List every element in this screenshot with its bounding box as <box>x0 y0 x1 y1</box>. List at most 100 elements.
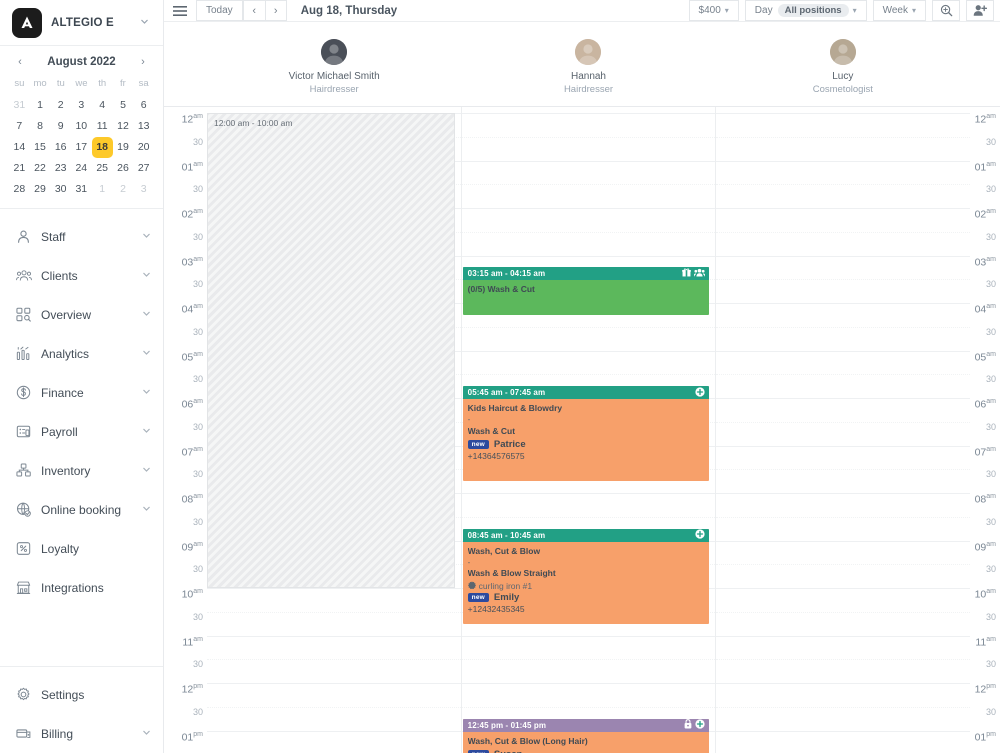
chevron-down-icon[interactable] <box>140 17 151 28</box>
mini-calendar-day[interactable]: 1 <box>30 95 51 116</box>
time-label-hour: 10am <box>181 588 203 601</box>
gridline-half <box>716 706 971 708</box>
next-day-button[interactable]: › <box>264 0 287 21</box>
mini-calendar-title: August 2022 <box>47 56 116 68</box>
week-view-button[interactable]: Week ▾ <box>872 0 926 21</box>
sidebar-item-overview[interactable]: Overview <box>0 295 163 334</box>
sidebar-item-label: Analytics <box>41 346 90 361</box>
calendar-column[interactable]: 12:00 am - 10:00 am <box>207 107 461 753</box>
mini-calendar-day[interactable]: 2 <box>50 95 71 116</box>
plus-circle-icon[interactable] <box>695 719 705 731</box>
calendar-column[interactable]: 03:15 am - 04:15 am (0/5) Wash & Cut 05:45… <box>460 107 716 753</box>
mini-calendar-day[interactable]: 31 <box>9 95 30 116</box>
sidebar-item-loyalty[interactable]: Loyalty <box>0 529 163 568</box>
appointment-body: (0/5) Wash & Cut <box>463 280 710 300</box>
sidebar-item-analytics[interactable]: Analytics <box>0 334 163 373</box>
sidebar-item-settings[interactable]: Settings <box>0 675 163 714</box>
mini-calendar-day[interactable]: 17 <box>71 137 92 158</box>
add-user-icon[interactable] <box>966 0 994 21</box>
mini-calendar-day[interactable]: 2 <box>113 179 134 200</box>
positions-filter-button[interactable]: Day All positions ▾ <box>744 0 867 21</box>
lock-icon[interactable] <box>684 719 692 731</box>
mini-calendar-day[interactable]: 11 <box>92 116 113 137</box>
chevron-down-icon[interactable] <box>142 231 151 242</box>
brand-header[interactable]: ALTEGIO E <box>0 0 163 46</box>
blocked-time-region[interactable]: 12:00 am - 10:00 am <box>207 113 455 588</box>
mini-calendar-day[interactable]: 31 <box>71 179 92 200</box>
blocked-time-label: 12:00 am - 10:00 am <box>214 118 293 128</box>
mini-calendar-day-selected[interactable]: 18 <box>91 137 113 158</box>
mini-calendar-day[interactable]: 19 <box>113 137 134 158</box>
staff-column-header[interactable]: Lucy Cosmetologist <box>716 22 970 106</box>
sidebar-item-integrations[interactable]: Integrations <box>0 568 163 607</box>
mini-calendar-day[interactable]: 15 <box>30 137 51 158</box>
mini-calendar-day[interactable]: 4 <box>92 95 113 116</box>
gift-icon[interactable] <box>682 268 692 279</box>
mini-calendar-day[interactable]: 22 <box>30 158 51 179</box>
gridline-half <box>461 374 716 376</box>
chevron-down-icon[interactable] <box>142 426 151 437</box>
appointment-event[interactable]: 05:45 am - 07:45 am Kids Haircut & Blowdr… <box>462 386 710 482</box>
next-month-button[interactable]: › <box>136 56 150 68</box>
mini-calendar-day[interactable]: 26 <box>113 158 134 179</box>
sidebar-item-staff[interactable]: Staff <box>0 217 163 256</box>
client-phone: +14364576575 <box>467 451 525 462</box>
mini-calendar-day[interactable]: 12 <box>113 116 134 137</box>
amount-filter-button[interactable]: $400 ▾ <box>688 0 739 21</box>
sidebar-item-online-booking[interactable]: Online booking <box>0 490 163 529</box>
sidebar-item-finance[interactable]: Finance <box>0 373 163 412</box>
appointment-event[interactable]: 03:15 am - 04:15 am (0/5) Wash & Cut <box>462 267 710 315</box>
mini-calendar-day[interactable]: 10 <box>71 116 92 137</box>
sidebar-item-billing[interactable]: Billing <box>0 714 163 753</box>
mini-calendar-day[interactable]: 7 <box>9 116 30 137</box>
chevron-down-icon[interactable] <box>142 504 151 515</box>
staff-column-header[interactable]: Hannah Hairdresser <box>461 22 715 106</box>
gridline-hour <box>716 730 971 732</box>
mini-calendar-day[interactable]: 13 <box>133 116 154 137</box>
sidebar-item-inventory[interactable]: Inventory <box>0 451 163 490</box>
mini-calendar-day[interactable]: 27 <box>133 158 154 179</box>
time-label-hour: 01am <box>181 160 203 173</box>
mini-calendar-day[interactable]: 5 <box>113 95 134 116</box>
mini-calendar-day[interactable]: 1 <box>92 179 113 200</box>
calendar-column[interactable] <box>715 107 971 753</box>
mini-calendar-day[interactable]: 30 <box>50 179 71 200</box>
mini-calendar-day[interactable]: 3 <box>133 179 154 200</box>
mini-calendar-day[interactable]: 28 <box>9 179 30 200</box>
chevron-down-icon[interactable] <box>142 270 151 281</box>
appointment-event[interactable]: 12:45 pm - 01:45 pm Wash, Cut & Blow (Lon… <box>462 718 710 753</box>
mini-calendar-day[interactable]: 20 <box>133 137 154 158</box>
mini-calendar-day[interactable]: 8 <box>30 116 51 137</box>
today-button[interactable]: Today <box>196 0 243 21</box>
zoom-in-icon[interactable] <box>932 0 960 21</box>
chevron-down-icon[interactable] <box>142 309 151 320</box>
mini-calendar-day[interactable]: 25 <box>92 158 113 179</box>
group-icon[interactable] <box>693 268 706 279</box>
staff-column-header[interactable]: Victor Michael Smith Hairdresser <box>207 22 461 106</box>
mini-calendar-day[interactable]: 29 <box>30 179 51 200</box>
appointment-header: 03:15 am - 04:15 am <box>462 267 710 281</box>
mini-calendar-day[interactable]: 3 <box>71 95 92 116</box>
prev-day-button[interactable]: ‹ <box>242 0 265 21</box>
time-label-half: 30 <box>192 564 203 575</box>
sidebar-item-clients[interactable]: Clients <box>0 256 163 295</box>
plus-circle-icon[interactable] <box>695 386 705 399</box>
hamburger-icon[interactable] <box>164 5 196 17</box>
mini-calendar-day[interactable]: 6 <box>133 95 154 116</box>
appointment-body: Wash, Cut & Blow - Wash & Blow Straight cur… <box>463 542 710 618</box>
plus-circle-icon[interactable] <box>695 529 705 541</box>
mini-calendar-day[interactable]: 24 <box>71 158 92 179</box>
mini-calendar-day[interactable]: 14 <box>9 137 30 158</box>
mini-calendar-day[interactable]: 23 <box>50 158 71 179</box>
chevron-down-icon[interactable] <box>142 348 151 359</box>
sidebar-nav: Staff Clients Overview Analytics Finance Payr… <box>0 209 163 657</box>
sidebar-item-payroll[interactable]: Payroll <box>0 412 163 451</box>
mini-calendar-day[interactable]: 9 <box>50 116 71 137</box>
chevron-down-icon[interactable] <box>142 728 151 739</box>
mini-calendar-day[interactable]: 21 <box>9 158 30 179</box>
prev-month-button[interactable]: ‹ <box>13 56 27 68</box>
mini-calendar-day[interactable]: 16 <box>50 137 71 158</box>
chevron-down-icon[interactable] <box>142 465 151 476</box>
appointment-event[interactable]: 08:45 am - 10:45 am Wash, Cut & Blow - Wash… <box>462 528 710 624</box>
chevron-down-icon[interactable] <box>142 387 151 398</box>
